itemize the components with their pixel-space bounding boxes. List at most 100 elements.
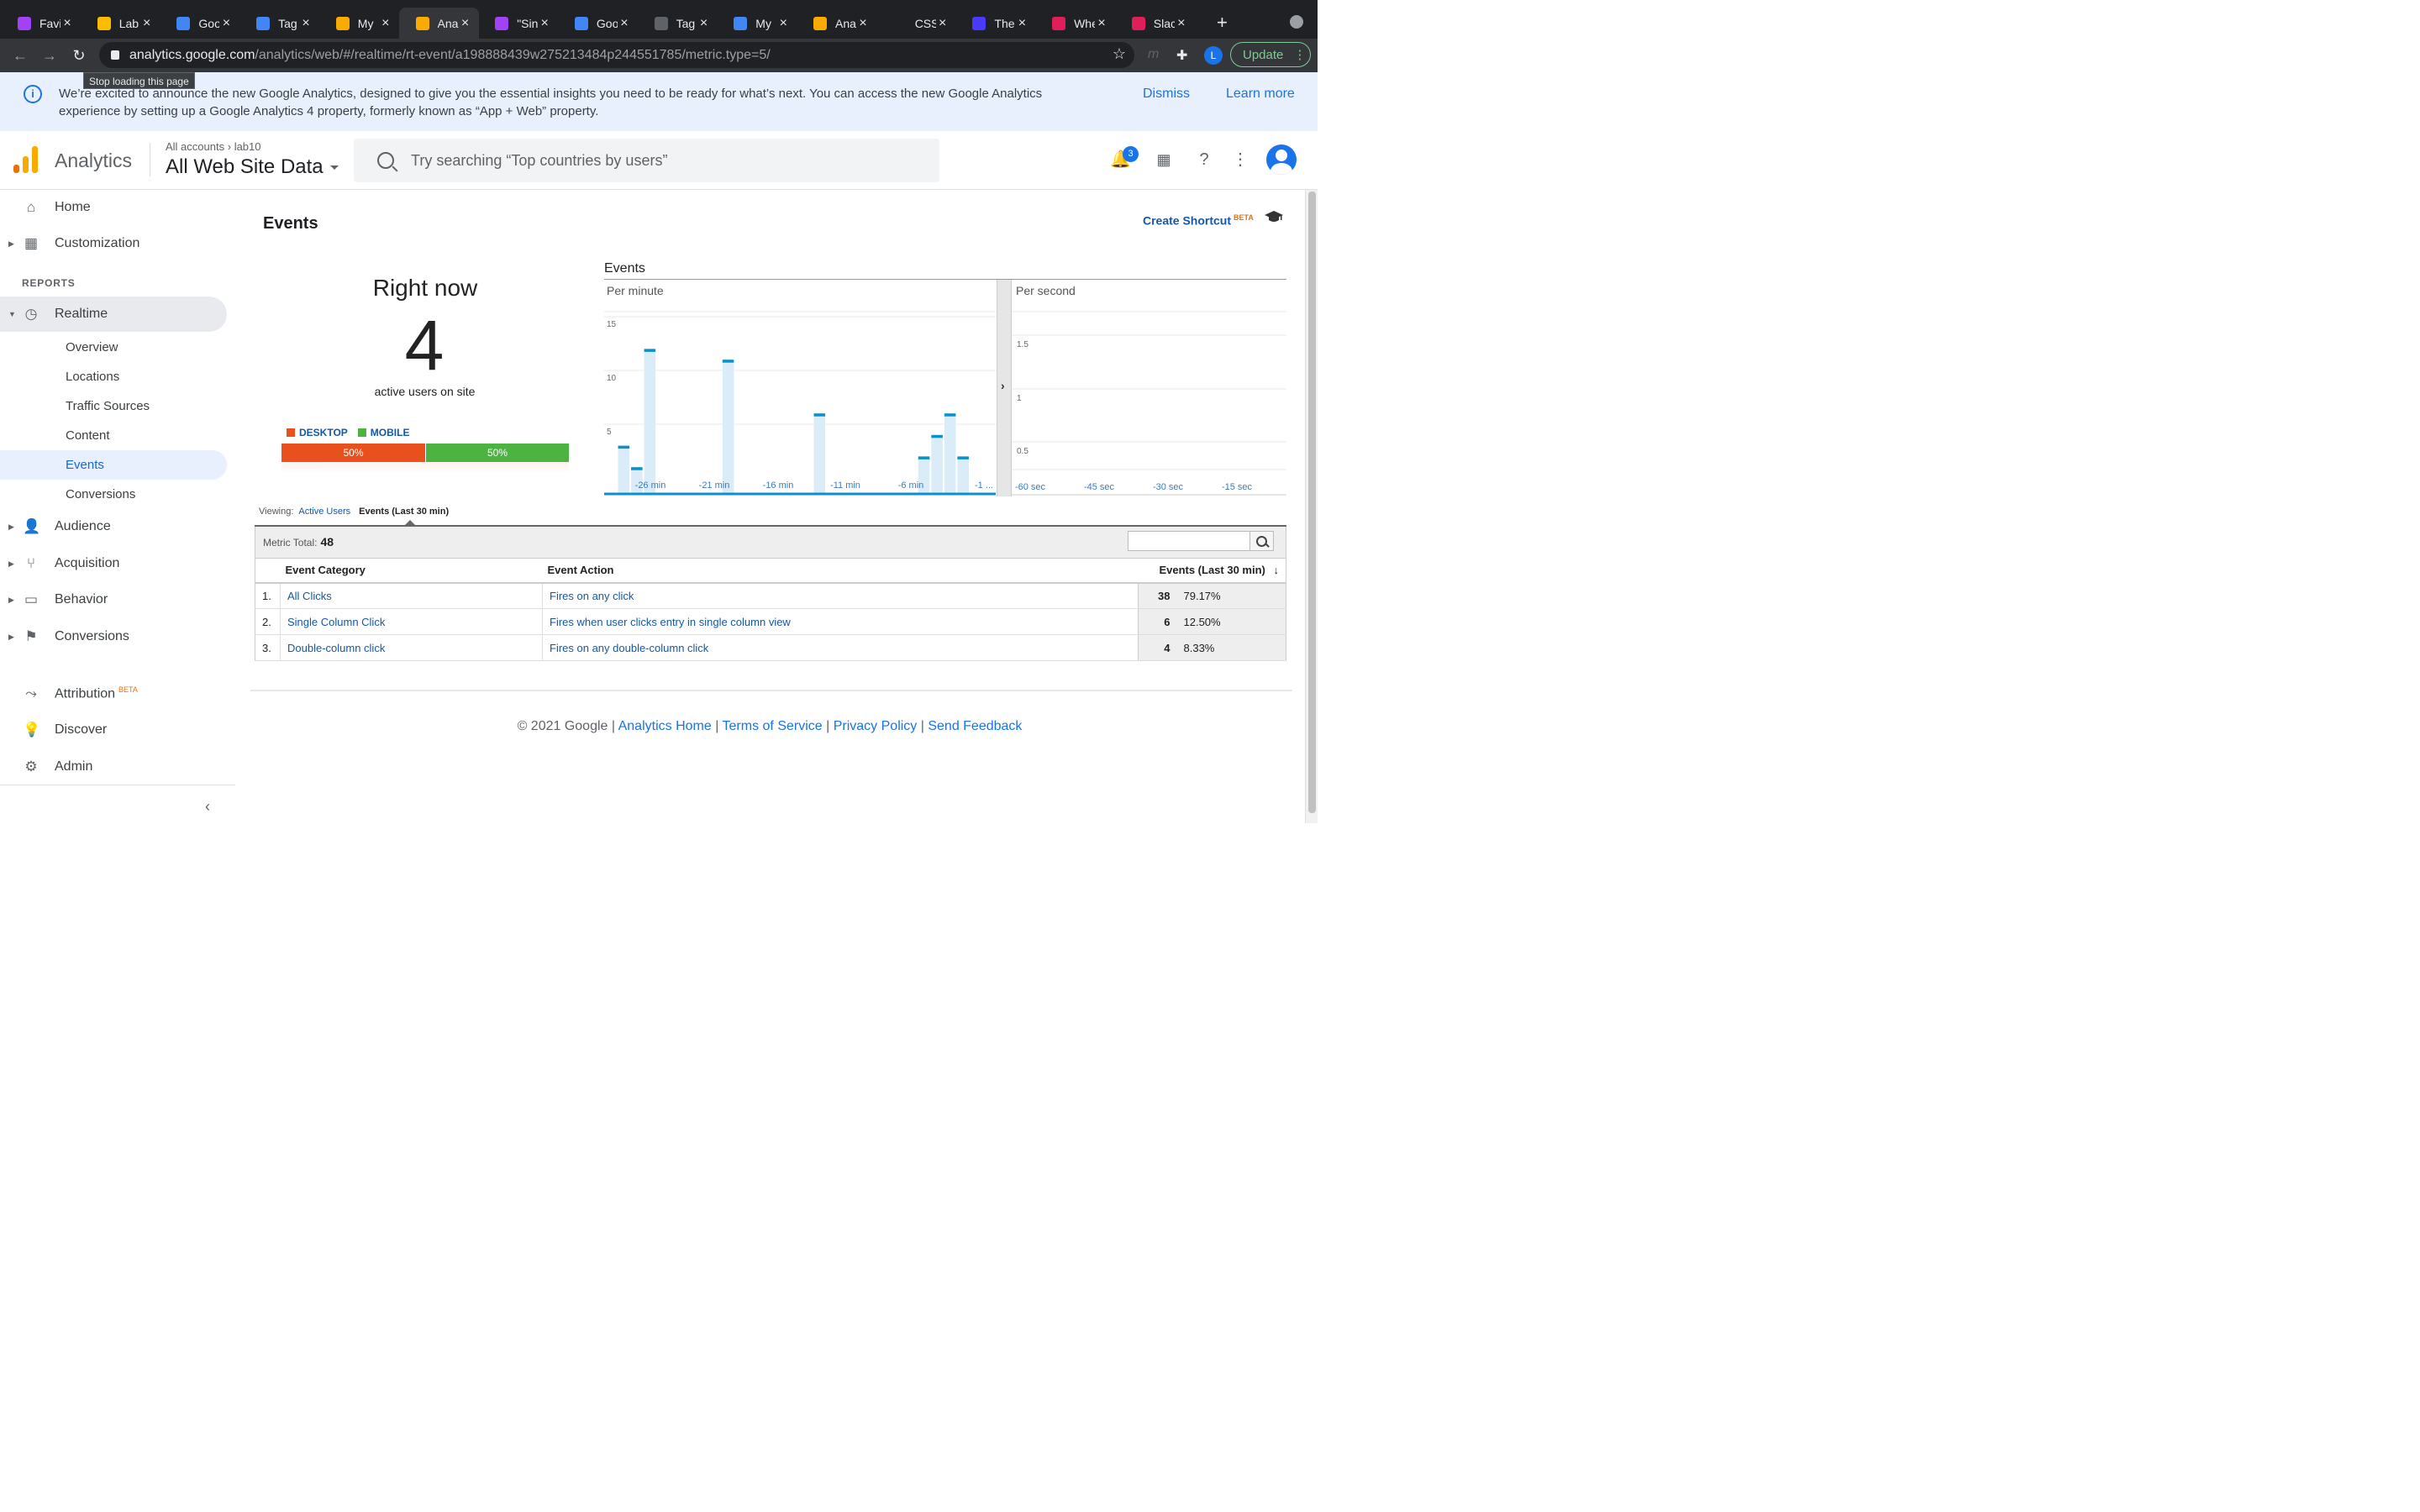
bookmark-star-icon[interactable]: ☆ xyxy=(1113,45,1126,63)
tab-close-icon[interactable]: × xyxy=(538,16,551,31)
graduation-cap-icon[interactable] xyxy=(1265,211,1283,223)
event-category-link[interactable]: Double-column click xyxy=(280,634,543,661)
row-rank: 1. xyxy=(255,582,281,609)
search-box[interactable]: Try searching “Top countries by users” xyxy=(354,139,939,182)
sidebar-subitem-overview[interactable]: Overview xyxy=(0,333,227,362)
sidebar-item-conversions[interactable]: ▶ ⚑ Conversions xyxy=(0,619,227,654)
footer-link-terms[interactable]: Terms of Service xyxy=(723,719,823,733)
browser-tab[interactable]: Anal× xyxy=(398,8,479,39)
event-category-header[interactable]: Event Category xyxy=(280,558,543,584)
reports-heading: REPORTS xyxy=(22,277,76,289)
tab-close-icon[interactable]: × xyxy=(776,16,790,31)
sidebar-subitem-locations[interactable]: Locations xyxy=(0,362,227,391)
tab-close-icon[interactable]: × xyxy=(140,16,154,31)
tab-close-icon[interactable]: × xyxy=(379,16,392,31)
sidebar-item-behavior[interactable]: ▶ ▭ Behavior xyxy=(0,582,227,617)
browser-tab[interactable]: Tag × xyxy=(239,8,319,39)
sidebar-item-acquisition[interactable]: ▶ ⑂ Acquisition xyxy=(0,546,227,581)
account-avatar[interactable] xyxy=(1266,144,1297,175)
scrollbar-thumb[interactable] xyxy=(1308,192,1316,813)
breadcrumb[interactable]: All accounts › lab10 xyxy=(166,140,261,153)
browser-tab[interactable]: Slac × xyxy=(1115,8,1195,39)
pane-splitter[interactable]: › xyxy=(997,280,1012,496)
footer-link-privacy[interactable]: Privacy Policy xyxy=(834,719,918,733)
tab-close-icon[interactable]: × xyxy=(60,16,74,31)
sidebar-item-home[interactable]: ⌂ Home xyxy=(0,190,227,225)
event-action-link[interactable]: Fires on any click xyxy=(542,582,1139,609)
tab-close-icon[interactable]: × xyxy=(299,16,313,31)
event-action-header[interactable]: Event Action xyxy=(542,558,1139,584)
forward-icon[interactable]: → xyxy=(39,45,60,66)
footer-link-analytics-home[interactable]: Analytics Home xyxy=(618,719,712,733)
sidebar-item-realtime[interactable]: ▼ ◷ Realtime xyxy=(0,297,227,332)
back-icon[interactable]: ← xyxy=(10,45,30,66)
expand-arrow-icon: ▶ xyxy=(8,632,14,641)
create-shortcut-link[interactable]: Create Shortcut BETA xyxy=(1143,213,1254,228)
event-category-link[interactable]: Single Column Click xyxy=(280,608,543,635)
sidebar-subitem-traffic-sources[interactable]: Traffic Sources xyxy=(0,391,227,421)
sidebar-subitem-content[interactable]: Content xyxy=(0,421,227,450)
address-bar[interactable]: analytics.google.com/analytics/web/#/rea… xyxy=(99,42,1134,68)
browser-tab[interactable]: CSS × xyxy=(876,8,956,39)
browser-tab[interactable]: Goo × xyxy=(160,8,239,39)
per-minute-y-tick: 15 xyxy=(607,320,617,329)
learn-more-link[interactable]: Learn more xyxy=(1226,87,1295,102)
reload-icon[interactable]: ↻ xyxy=(69,45,89,66)
event-action-link[interactable]: Fires on any double-column click xyxy=(542,634,1139,661)
browser-tab[interactable]: The × xyxy=(955,8,1035,39)
browser-tab[interactable]: My × xyxy=(717,8,797,39)
extensions-puzzle-icon[interactable]: ✚ xyxy=(1176,47,1187,64)
page-scrollbar[interactable] xyxy=(1305,190,1318,823)
sidebar-item-audience[interactable]: ▶ 👤 Audience xyxy=(0,509,227,544)
viewing-toggle: Viewing: Active Users Events (Last 30 min) xyxy=(259,507,449,517)
per-minute-bar xyxy=(618,445,630,449)
dismiss-button[interactable]: Dismiss xyxy=(1143,87,1190,102)
new-tab-button[interactable]: + xyxy=(1217,12,1228,34)
footer-link-feedback[interactable]: Send Feedback xyxy=(928,719,1022,733)
sidebar-subitem-events[interactable]: Events xyxy=(0,450,227,480)
profile-avatar[interactable]: L xyxy=(1204,46,1223,65)
update-button[interactable]: Update ⋮ xyxy=(1230,42,1311,67)
tab-close-icon[interactable]: × xyxy=(936,16,950,31)
behavior-window-icon: ▭ xyxy=(24,591,39,607)
table-filter-search-icon[interactable] xyxy=(1250,531,1274,551)
flag-icon: ⚑ xyxy=(24,628,38,644)
browser-tab[interactable]: Goo × xyxy=(558,8,638,39)
per-second-x-label: -30 sec xyxy=(1153,482,1184,492)
events-count-header[interactable]: Events (Last 30 min) ↓ xyxy=(1138,558,1286,584)
browser-tab[interactable]: Favi × xyxy=(1,8,81,39)
sidebar-item-admin[interactable]: ⚙ Admin xyxy=(0,749,227,785)
analytics-logo-icon[interactable] xyxy=(13,146,39,173)
tab-close-icon[interactable]: × xyxy=(1175,16,1188,31)
collapse-sidebar-icon[interactable]: ‹ xyxy=(205,798,210,816)
help-icon[interactable]: ? xyxy=(1194,150,1214,170)
browser-tab[interactable]: Lab × xyxy=(81,8,160,39)
tab-close-icon[interactable]: × xyxy=(1095,16,1108,31)
tab-close-icon[interactable]: × xyxy=(618,16,631,31)
table-filter-input[interactable] xyxy=(1128,531,1250,551)
tab-close-icon[interactable]: × xyxy=(219,16,233,31)
browser-tab[interactable]: Tag × xyxy=(638,8,718,39)
sidebar-item-attribution[interactable]: ⤳ Attribution BETA xyxy=(0,676,227,711)
sidebar-subitem-conversions[interactable]: Conversions xyxy=(0,480,227,509)
sidebar-item-customization[interactable]: ▶ ▦ Customization xyxy=(0,226,227,261)
property-selector[interactable]: All Web Site Data xyxy=(166,155,339,179)
view-events-current[interactable]: Events (Last 30 min) xyxy=(359,507,449,517)
apps-grid-icon[interactable]: ▦ xyxy=(1154,150,1174,170)
browser-tab[interactable]: Anal× xyxy=(797,8,876,39)
event-action-link[interactable]: Fires when user clicks entry in single c… xyxy=(542,608,1139,635)
event-category-link[interactable]: All Clicks xyxy=(280,582,543,609)
tab-favicon-icon xyxy=(813,16,827,30)
tab-close-icon[interactable]: × xyxy=(459,16,472,31)
tab-close-icon[interactable]: × xyxy=(1015,16,1028,31)
tab-search-icon[interactable] xyxy=(1290,15,1303,29)
browser-tab[interactable]: My × xyxy=(319,8,399,39)
browser-tab[interactable]: Whe × xyxy=(1035,8,1115,39)
extension-icon[interactable]: m xyxy=(1148,47,1159,62)
more-options-icon[interactable]: ⋮ xyxy=(1230,150,1250,170)
dashboard-grid-icon: ▦ xyxy=(24,235,39,251)
browser-tab[interactable]: "Sin × xyxy=(478,8,558,39)
view-active-users-link[interactable]: Active Users xyxy=(298,507,350,517)
tab-close-icon[interactable]: × xyxy=(697,16,711,31)
tab-close-icon[interactable]: × xyxy=(856,16,870,31)
